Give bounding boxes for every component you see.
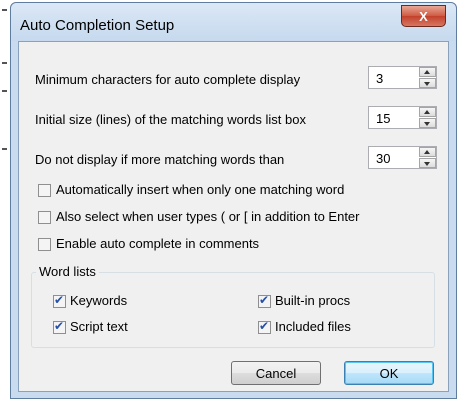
arrow-down-icon [424,82,430,86]
check-icon: ✔ [259,319,270,333]
max-matches-label: Do not display if more matching words th… [35,152,285,167]
arrow-down-icon [424,162,430,166]
list-size-spinner[interactable]: 15 [368,106,437,129]
list-size-down-button[interactable] [419,118,436,128]
keywords-label[interactable]: Keywords [70,293,127,308]
list-size-value[interactable]: 15 [376,111,390,126]
builtin-procs-checkbox[interactable]: ✔ [258,293,271,308]
close-icon: X [419,8,428,24]
check-icon: ✔ [54,293,65,307]
arrow-up-icon [424,150,430,154]
title-bar[interactable]: Auto Completion Setup X [11,3,456,41]
list-size-up-button[interactable] [419,107,436,117]
script-text-label[interactable]: Script text [70,319,128,334]
background-window-marks [0,0,10,401]
max-matches-spinner[interactable]: 30 [368,146,437,169]
word-lists-title: Word lists [36,264,99,279]
included-files-label[interactable]: Included files [275,319,351,334]
keywords-checkbox[interactable]: ✔ [53,293,66,308]
auto-insert-label[interactable]: Automatically insert when only one match… [56,182,344,197]
max-matches-up-button[interactable] [419,147,436,157]
auto-insert-checkbox[interactable] [38,184,51,197]
word-lists-group [31,272,435,348]
close-button[interactable]: X [401,5,446,27]
max-matches-value[interactable]: 30 [376,151,390,166]
builtin-procs-label[interactable]: Built-in procs [275,293,350,308]
min-chars-down-button[interactable] [419,78,436,88]
arrow-up-icon [424,110,430,114]
dialog-title: Auto Completion Setup [20,17,175,34]
list-size-label: Initial size (lines) of the matching wor… [35,112,306,127]
check-icon: ✔ [259,293,270,307]
arrow-up-icon [424,70,430,74]
auto-completion-dialog: Auto Completion Setup X Minimum characte… [10,2,457,399]
arrow-down-icon [424,122,430,126]
included-files-checkbox[interactable]: ✔ [258,319,271,334]
min-chars-spinner[interactable]: 3 [368,66,437,89]
check-icon: ✔ [54,319,65,333]
dialog-body: Minimum characters for auto complete dis… [18,41,449,392]
min-chars-up-button[interactable] [419,67,436,77]
max-matches-down-button[interactable] [419,158,436,168]
select-on-paren-checkbox[interactable] [38,211,51,224]
cancel-button[interactable]: Cancel [231,361,321,385]
script-text-checkbox[interactable]: ✔ [53,319,66,334]
comments-label[interactable]: Enable auto complete in comments [56,236,259,251]
select-on-paren-label[interactable]: Also select when user types ( or [ in ad… [56,209,360,224]
min-chars-value[interactable]: 3 [376,71,383,86]
ok-button[interactable]: OK [344,361,434,385]
comments-checkbox[interactable] [38,238,51,251]
min-chars-label: Minimum characters for auto complete dis… [35,72,301,87]
